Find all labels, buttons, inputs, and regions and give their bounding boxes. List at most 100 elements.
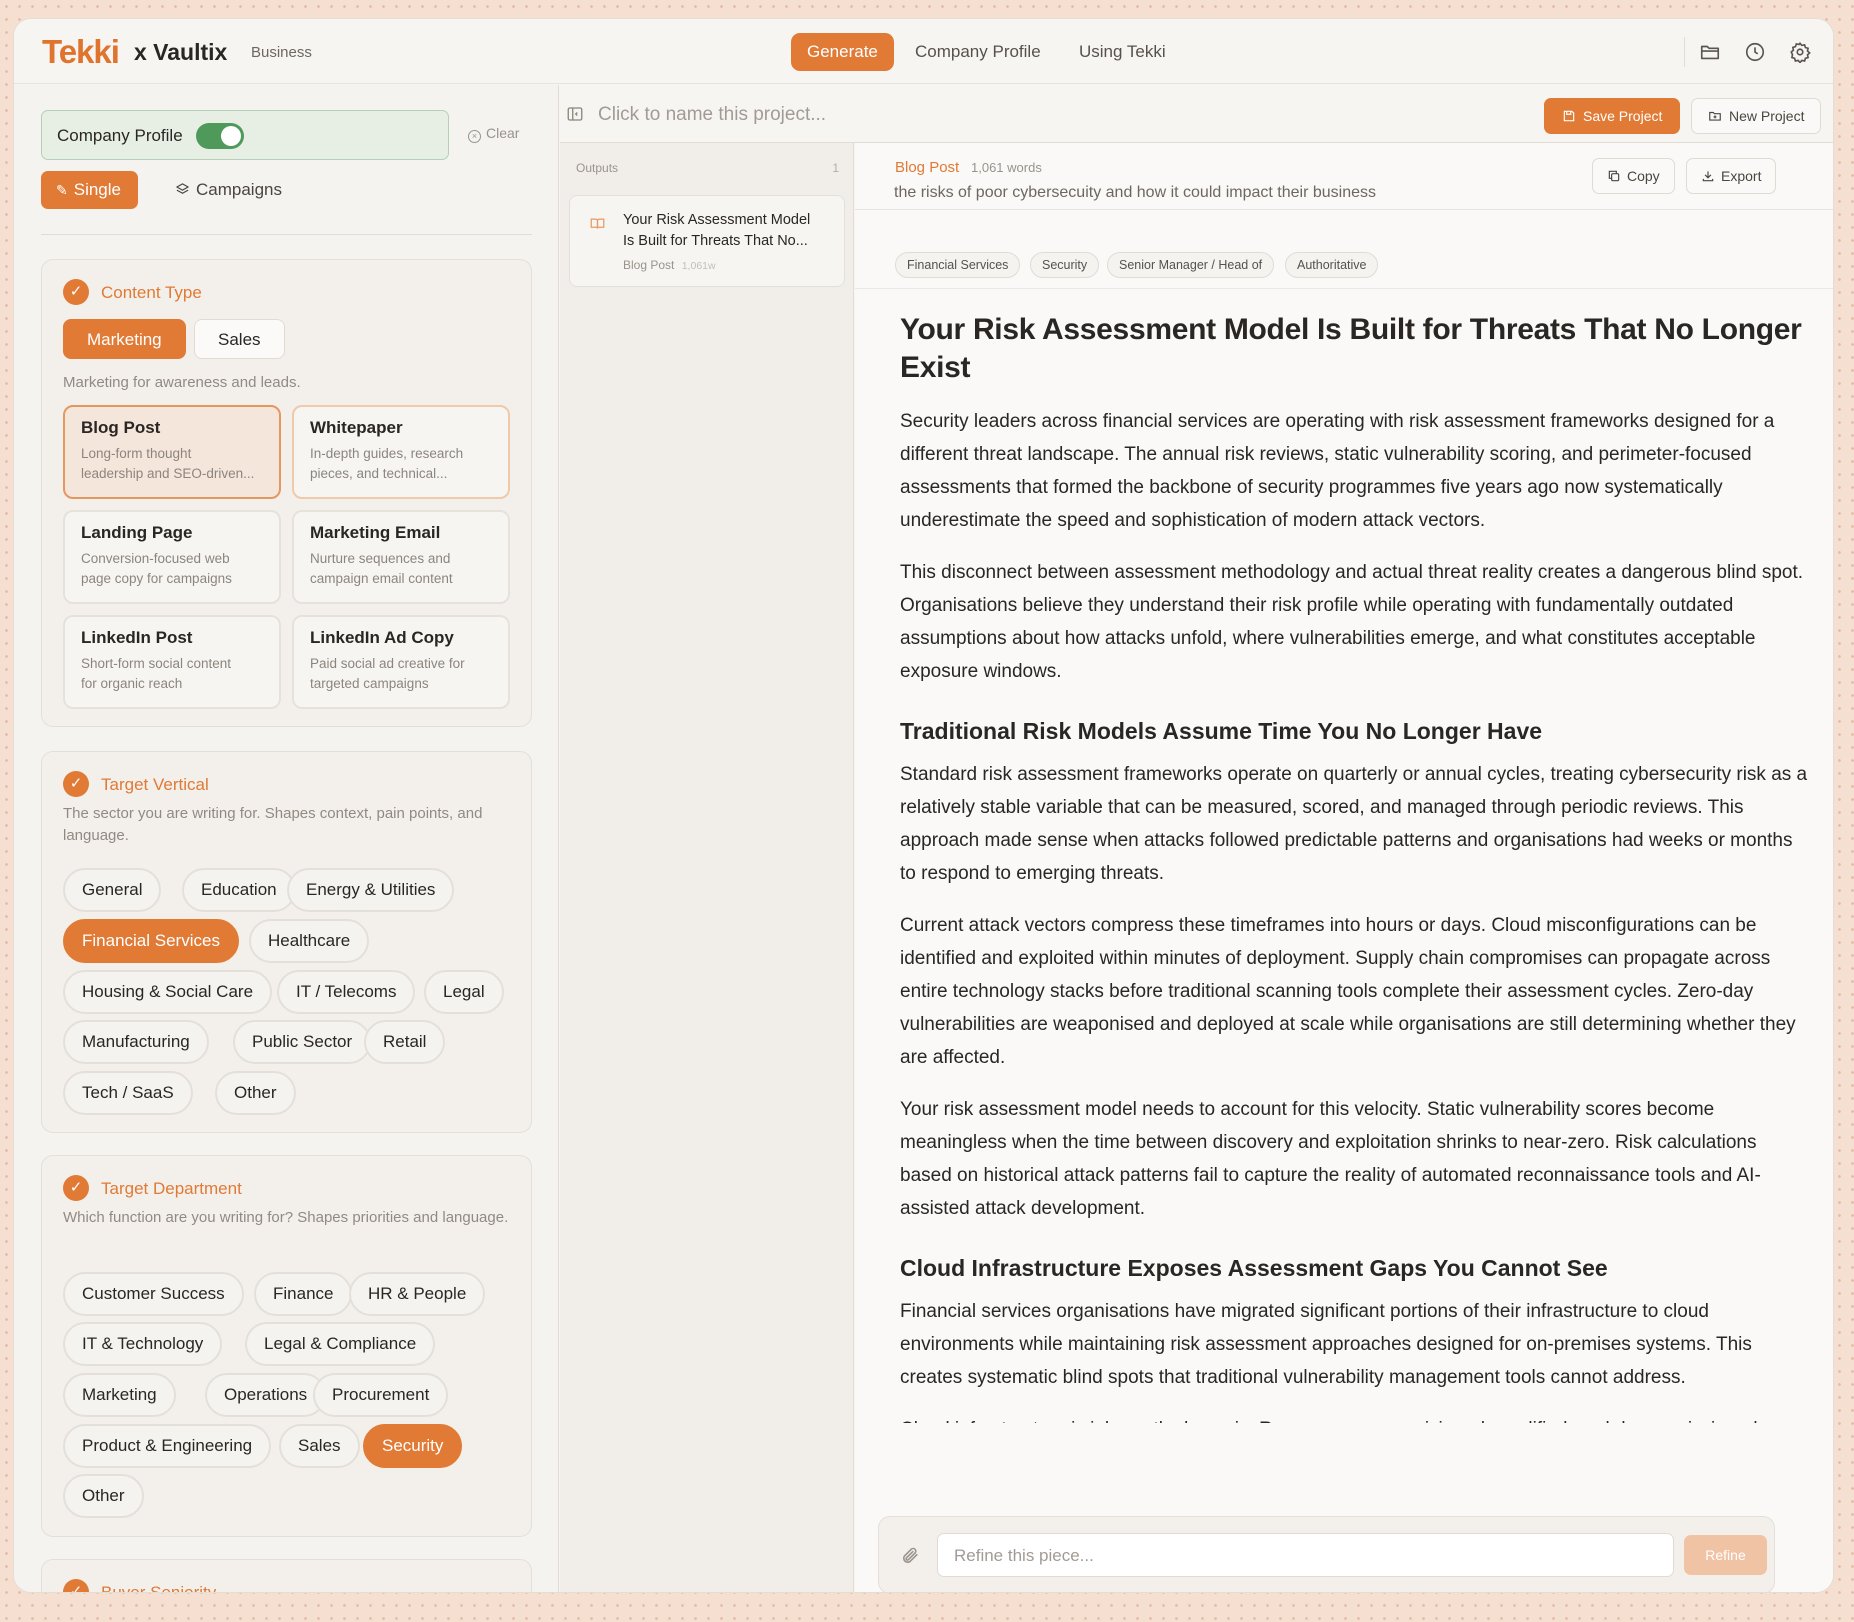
card-whitepaper[interactable]: Whitepaper In-depth guides, research pie… — [292, 405, 510, 499]
card-blog-post[interactable]: Blog Post Long-form thought leadership a… — [63, 405, 281, 499]
chip-other-department[interactable]: Other — [63, 1474, 144, 1518]
export-button[interactable]: Export — [1686, 158, 1777, 194]
chip-housing-social-care[interactable]: Housing & Social Care — [63, 970, 273, 1014]
chip-retail[interactable]: Retail — [364, 1020, 446, 1064]
chip-healthcare[interactable]: Healthcare — [249, 919, 370, 963]
check-icon: ✓ — [63, 1579, 89, 1592]
card-linkedin-post[interactable]: LinkedIn Post Short-form social content … — [63, 615, 281, 709]
chip-operations[interactable]: Operations — [205, 1373, 327, 1417]
sidebar: Company Profile × Clear ✎ Single Campaigns… — [14, 85, 559, 1592]
check-icon: ✓ — [63, 279, 89, 305]
nav-generate[interactable]: Generate — [791, 33, 894, 71]
chip-marketing[interactable]: Marketing — [63, 1373, 176, 1417]
output-title-line: Your Risk Assessment Model — [623, 212, 811, 228]
chip-procurement[interactable]: Procurement — [313, 1373, 449, 1417]
output-title-line: Is Built for Threats That No... — [623, 233, 808, 249]
nav-company-profile[interactable]: Company Profile — [899, 33, 1057, 71]
document-word-count: 1,061 words — [971, 160, 1042, 175]
refine-bar: Refine this piece... Refine — [878, 1516, 1775, 1592]
output-words: 1,061w — [681, 260, 716, 272]
chip-finance[interactable]: Finance — [254, 1272, 353, 1316]
article-paragraph: Security leaders across financial servic… — [900, 411, 1775, 531]
chip-product-engineering[interactable]: Product & Engineering — [63, 1424, 272, 1468]
content-type-description: Marketing for awareness and leads. — [63, 374, 301, 391]
save-project-label: Save Project — [1583, 108, 1663, 124]
card-marketing-email[interactable]: Marketing Email Nurture sequences and ca… — [292, 510, 510, 604]
mode-campaigns[interactable]: Campaigns — [160, 171, 299, 209]
chip-education[interactable]: Education — [182, 868, 296, 912]
chip-general[interactable]: General — [63, 868, 162, 912]
save-project-button[interactable]: Save Project — [1544, 98, 1681, 134]
target-department-panel: ✓ Target Department Which function are y… — [41, 1155, 532, 1537]
clear-label: Clear — [486, 125, 520, 141]
chip-legal[interactable]: Legal — [424, 970, 504, 1014]
chip-tech-saas[interactable]: Tech / SaaS — [63, 1071, 193, 1115]
copy-button[interactable]: Copy — [1592, 158, 1675, 194]
card-title: Landing Page — [81, 523, 193, 542]
company-profile-toggle-box: Company Profile — [41, 110, 449, 160]
refine-input[interactable]: Refine this piece... — [937, 1533, 1674, 1577]
new-project-button[interactable]: New Project — [1691, 98, 1822, 134]
content-type-panel: ✓ Content Type Marketing Sales Marketing… — [41, 259, 532, 727]
nav-using-tekki[interactable]: Using Tekki — [1063, 33, 1182, 71]
refine-button[interactable]: Refine — [1684, 1535, 1767, 1575]
tag-department: Security — [1030, 252, 1100, 278]
paperclip-icon[interactable] — [901, 1546, 920, 1565]
target-department-description: Which function are you writing for? Shap… — [63, 1209, 509, 1226]
chip-customer-success[interactable]: Customer Success — [63, 1272, 244, 1316]
chip-it-technology[interactable]: IT & Technology — [63, 1322, 223, 1366]
company-profile-switch[interactable] — [196, 123, 244, 149]
chip-hr-people[interactable]: HR & People — [349, 1272, 486, 1316]
project-name-input[interactable]: Click to name this project... — [598, 104, 826, 126]
collapse-sidebar-icon[interactable] — [566, 105, 584, 123]
card-title: LinkedIn Post — [81, 628, 193, 647]
card-desc: campaign email content — [310, 571, 453, 586]
copy-label: Copy — [1627, 168, 1660, 184]
card-landing-page[interactable]: Landing Page Conversion-focused web page… — [63, 510, 281, 604]
chip-security[interactable]: Security — [363, 1424, 463, 1468]
copy-icon — [1607, 169, 1621, 183]
save-icon — [1562, 109, 1576, 123]
tab-marketing[interactable]: Marketing — [63, 319, 186, 359]
chip-it-telecoms[interactable]: IT / Telecoms — [277, 970, 416, 1014]
output-type: Blog Post — [623, 258, 675, 272]
card-desc: Paid social ad creative for — [310, 656, 465, 671]
clear-button[interactable]: × Clear — [468, 125, 519, 143]
chip-energy-utilities[interactable]: Energy & Utilities — [287, 868, 455, 912]
chip-sales[interactable]: Sales — [279, 1424, 360, 1468]
partner-name: x Vaultix — [134, 39, 228, 65]
chip-public-sector[interactable]: Public Sector — [233, 1020, 372, 1064]
folder-icon[interactable] — [1699, 41, 1721, 63]
chip-other[interactable]: Other — [215, 1071, 296, 1115]
header-divider — [1684, 37, 1685, 67]
article-heading: Traditional Risk Models Assume Time You … — [900, 718, 1543, 744]
chip-financial-services[interactable]: Financial Services — [63, 919, 239, 963]
check-icon: ✓ — [63, 771, 89, 797]
card-desc: In-depth guides, research — [310, 446, 464, 461]
new-project-label: New Project — [1729, 108, 1805, 124]
article-paragraph: Standard risk assessment frameworks oper… — [900, 764, 1808, 884]
tag-seniority: Senior Manager / Head of — [1107, 252, 1275, 278]
target-vertical-title: Target Vertical — [101, 775, 209, 794]
gear-icon[interactable] — [1789, 41, 1811, 63]
card-desc: Conversion-focused web — [81, 551, 230, 566]
history-icon[interactable] — [1744, 41, 1766, 63]
book-icon — [590, 216, 605, 231]
output-item[interactable]: Your Risk Assessment Model Is Built for … — [569, 195, 845, 287]
switch-knob — [221, 126, 241, 146]
tab-sales[interactable]: Sales — [194, 319, 285, 359]
chip-manufacturing[interactable]: Manufacturing — [63, 1020, 209, 1064]
outputs-count: 1 — [832, 161, 839, 175]
card-desc: targeted campaigns — [310, 676, 429, 691]
mode-single[interactable]: ✎ Single — [41, 171, 138, 209]
content-type-title: Content Type — [101, 283, 202, 302]
target-department-title: Target Department — [101, 1179, 242, 1198]
plan-label: Business — [251, 44, 312, 61]
top-header: Tekki x Vaultix Business Generate Compan… — [14, 19, 1833, 84]
buyer-seniority-panel: ✓ Buyer Seniority — [41, 1559, 532, 1592]
card-desc: Long-form thought — [81, 446, 192, 461]
chip-legal-compliance[interactable]: Legal & Compliance — [245, 1322, 436, 1366]
company-profile-toggle-label: Company Profile — [57, 126, 183, 145]
card-linkedin-ad-copy[interactable]: LinkedIn Ad Copy Paid social ad creative… — [292, 615, 510, 709]
document-meta-bar: Blog Post 1,061 words the risks of poor … — [855, 143, 1833, 210]
